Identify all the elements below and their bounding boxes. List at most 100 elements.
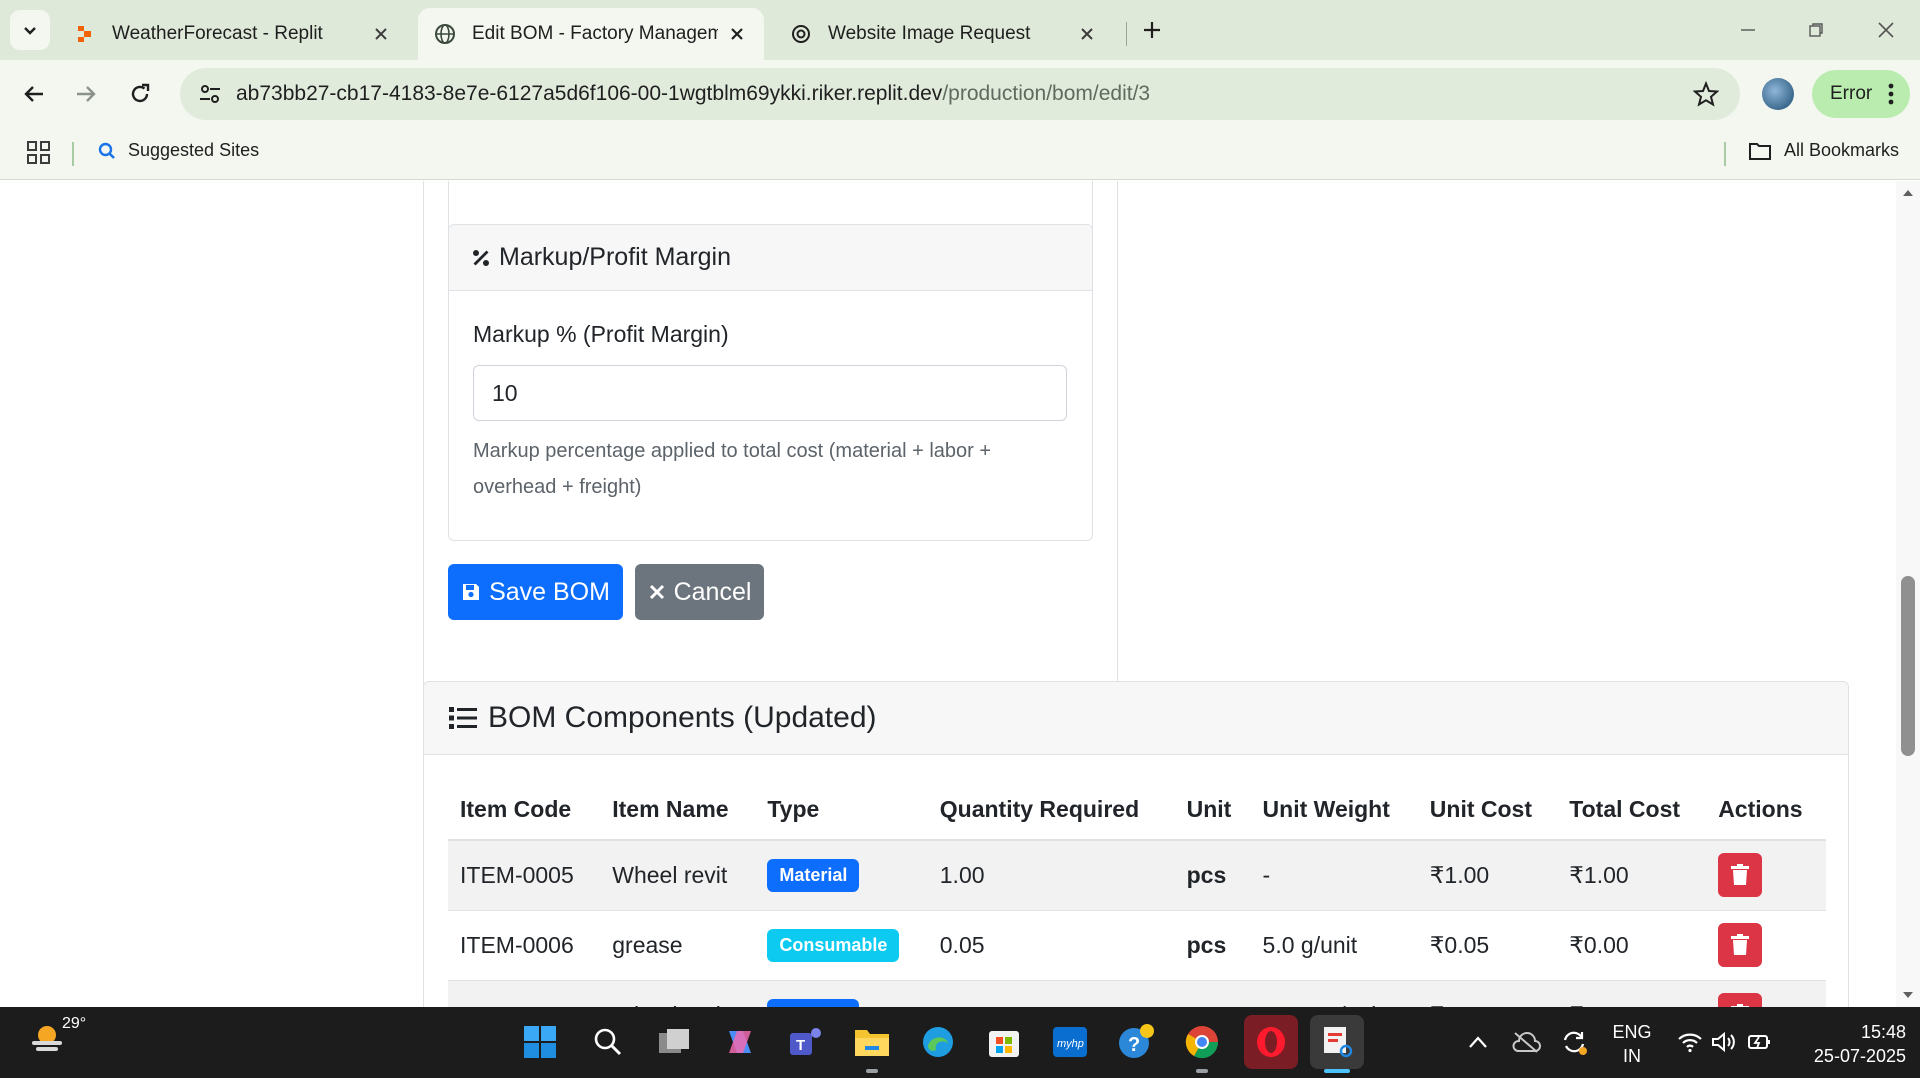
total-cost: ₹0.00 [1557,910,1707,981]
file-explorer-app[interactable] [850,1020,894,1064]
new-tab-button[interactable] [1136,14,1168,46]
restore-button[interactable] [1796,12,1836,48]
myhp-app[interactable]: myhp [1048,1020,1092,1064]
type-badge: Material [767,998,860,1007]
clock-time: 15:48 [1860,1022,1906,1042]
markup-help-text: Markup percentage applied to total cost … [473,440,992,498]
help-app[interactable]: ? [1114,1020,1158,1064]
tab-weatherforecast[interactable]: WeatherForecast - Replit [58,8,408,60]
volume-icon [1712,1031,1735,1053]
close-icon[interactable] [726,23,748,45]
bom-components-header: BOM Components (Updated) [424,682,1848,755]
svg-text:?: ? [1128,1034,1140,1056]
url-text: ab73bb27-cb17-4183-8e7e-6127a5d6f106-00-… [236,82,1150,106]
close-icon[interactable] [370,23,392,45]
chrome-icon [1185,1026,1219,1059]
apps-grid-icon[interactable] [26,140,52,166]
search-button[interactable] [586,1020,630,1064]
more-vert-icon [1888,83,1894,105]
sync-tray[interactable] [1552,1020,1596,1064]
teams-app[interactable]: T [784,1020,828,1064]
weather-widget[interactable]: 29° [28,1015,90,1055]
delete-component-button[interactable] [1718,993,1763,1007]
cancel-button[interactable]: Cancel [635,564,764,620]
address-bar[interactable]: ab73bb27-cb17-4183-8e7e-6127a5d6f106-00-… [180,68,1740,120]
language-code: ENG [1612,1022,1652,1042]
copilot-icon [729,1031,751,1053]
site-info-icon[interactable] [196,80,224,108]
markup-percent-input[interactable] [473,365,1067,421]
scroll-down-icon[interactable] [1902,989,1914,1001]
opera-app[interactable] [1244,1015,1298,1069]
openai-icon [790,23,812,45]
copilot-app[interactable] [718,1020,762,1064]
back-button[interactable] [14,74,54,114]
markup-card: Markup/Profit Margin Markup % (Profit Ma… [448,224,1093,541]
chevron-down-icon [24,27,36,35]
snipping-tool-icon [1324,1027,1353,1058]
minimize-button[interactable] [1728,12,1768,48]
start-button[interactable] [518,1020,562,1064]
bookmarks-bar: Suggested Sites All Bookmarks [0,128,1920,180]
profile-error-button[interactable]: Error [1812,70,1910,118]
battery-charging-icon [1748,1035,1770,1049]
arrow-right-icon [77,86,96,102]
col-item-code: Item Code [448,780,601,841]
col-unit-weight: Unit Weight [1250,780,1418,841]
bookmark-star-icon[interactable] [1692,80,1720,108]
col-total-cost: Total Cost [1557,780,1707,841]
snipping-tool-app[interactable] [1310,1015,1364,1069]
show-hidden-icons-button[interactable] [1456,1020,1500,1064]
active-indicator [1196,1069,1208,1073]
bookmark-suggested-sites[interactable]: Suggested Sites [98,140,259,161]
actions-cell [1706,840,1826,911]
trash-icon [1731,934,1750,955]
tab-title: Edit BOM - Factory Management [472,23,718,44]
type-badge: Material [767,858,860,892]
bom-components-title: BOM Components (Updated) [488,701,877,734]
folder-icon [1749,142,1771,160]
chrome-app[interactable] [1180,1020,1224,1064]
percent-icon [473,249,489,266]
edge-app[interactable] [916,1020,960,1064]
task-view-button[interactable] [652,1020,696,1064]
scrollbar-thumb[interactable] [1901,576,1915,756]
onedrive-tray[interactable] [1504,1020,1548,1064]
reload-button[interactable] [120,74,160,114]
close-icon[interactable] [1076,23,1098,45]
forward-button[interactable] [66,74,106,114]
opera-icon [1257,1027,1285,1057]
unit-cost: ₹0.05 [1417,910,1558,981]
bom-components-table: Item Code Item Name Type Quantity Requir… [448,780,1826,1007]
tab-edit-bom[interactable]: Edit BOM - Factory Management [418,8,764,60]
wifi-icon [1678,1033,1702,1053]
clock[interactable]: 15:48 25-07-2025 [1786,1020,1906,1068]
type-cell: Consumable [755,910,928,981]
tab-website-image-request[interactable]: Website Image Request [774,8,1114,60]
delete-component-button[interactable] [1718,923,1763,967]
tab-search-button[interactable] [10,10,50,50]
region-code: IN [1623,1046,1641,1066]
page-scrollbar[interactable] [1896,181,1920,1007]
help-icon: ? [1119,1024,1154,1058]
col-unit: Unit [1174,780,1251,841]
active-indicator [866,1069,878,1073]
battery-tray[interactable] [1738,1020,1782,1064]
delete-component-button[interactable] [1718,853,1763,898]
weather-icon [32,1026,62,1051]
language-indicator[interactable]: ENG IN [1602,1020,1662,1068]
unit-weight: - [1250,840,1418,911]
unit: pcs [1174,910,1251,981]
folder-icon [855,1030,889,1056]
type-badge: Consumable [767,928,900,962]
close-window-button[interactable] [1866,12,1906,48]
actions-cell [1706,910,1826,981]
col-item-name: Item Name [600,780,756,841]
scroll-up-icon[interactable] [1902,187,1914,199]
microsoft-store-app[interactable] [982,1020,1026,1064]
profile-avatar[interactable] [1762,78,1794,110]
save-bom-button[interactable]: Save BOM [448,564,623,620]
all-bookmarks-button[interactable]: All Bookmarks [1748,140,1899,161]
total-cost: ₹1.00 [1557,980,1707,1007]
sync-icon [1563,1031,1587,1055]
